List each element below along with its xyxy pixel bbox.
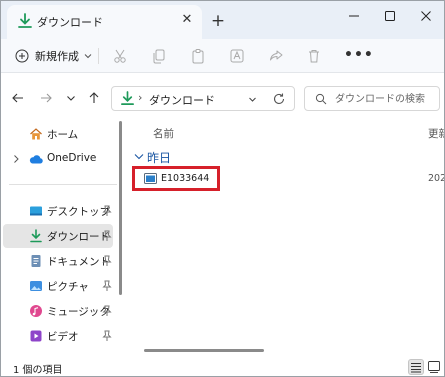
close-window-button[interactable] <box>413 6 439 26</box>
tab-downloads[interactable]: ダウンロード ✕ <box>7 5 202 39</box>
more-options-button[interactable]: ••• <box>344 47 374 63</box>
download-icon <box>121 91 134 105</box>
home-icon <box>30 128 42 140</box>
group-header-yesterday[interactable]: 昨日 <box>147 149 171 166</box>
sidebar-item-documents[interactable]: ドキュメント <box>3 249 113 273</box>
file-explorer-window: ダウンロード ✕ + 新規作成 ••• › ダウンロード ダウンロードの検索 ホ… <box>0 0 445 377</box>
sidebar-scrollbar[interactable] <box>119 121 122 295</box>
document-icon <box>31 255 41 267</box>
sidebar-item-desktop[interactable]: デスクトップ <box>3 199 113 223</box>
address-row: › ダウンロード <box>1 74 444 120</box>
back-arrow-icon[interactable] <box>11 91 25 105</box>
search-input[interactable] <box>335 91 435 107</box>
sidebar-item-label: ピクチャ <box>47 281 89 293</box>
large-icons-view-button[interactable] <box>426 359 442 375</box>
address-bar[interactable]: › ダウンロード <box>111 86 295 111</box>
pictures-icon <box>30 281 42 291</box>
sidebar-item-home[interactable]: ホーム <box>3 122 113 146</box>
download-icon <box>18 13 32 28</box>
close-icon <box>421 11 431 21</box>
sidebar-item-label: ダウンロード <box>47 231 110 243</box>
new-button-label: 新規作成 <box>35 50 79 63</box>
sidebar-item-label: ホーム <box>47 129 79 141</box>
share-icon[interactable] <box>268 48 284 64</box>
pin-icon[interactable] <box>102 305 112 317</box>
file-date: 202 <box>428 173 445 184</box>
horizontal-scrollbar[interactable] <box>144 349 264 352</box>
new-tab-button[interactable]: + <box>208 11 228 31</box>
status-bar: 1 個の項目 <box>1 358 444 376</box>
forward-arrow-icon[interactable] <box>39 91 53 105</box>
navigation-pane: ホーム OneDrive デスクトップ ダウンロード ドキュメント ピクチャ ミ… <box>1 120 125 358</box>
maximize-button[interactable] <box>377 6 403 26</box>
recent-locations-chevron-icon[interactable] <box>64 91 78 105</box>
command-bar: 新規作成 ••• <box>1 39 444 73</box>
delete-icon[interactable] <box>306 48 322 64</box>
download-icon <box>30 229 42 243</box>
chevron-down-icon[interactable] <box>134 153 144 161</box>
close-tab-button[interactable]: ✕ <box>179 12 195 28</box>
copy-icon[interactable] <box>151 48 167 64</box>
title-bar: ダウンロード ✕ + <box>1 1 444 39</box>
sidebar-item-onedrive[interactable]: OneDrive <box>3 147 113 171</box>
rename-icon[interactable] <box>229 48 245 64</box>
list-view-icon <box>411 363 421 373</box>
sidebar-item-music[interactable]: ミュージック <box>3 299 113 323</box>
pin-icon[interactable] <box>102 205 112 217</box>
sidebar-item-videos[interactable]: ビデオ <box>3 324 113 348</box>
tiles-view-icon <box>428 361 440 373</box>
pin-icon[interactable] <box>102 330 112 342</box>
sidebar-item-pictures[interactable]: ピクチャ <box>3 274 113 298</box>
command-separator <box>98 48 99 64</box>
breadcrumb-downloads[interactable]: ダウンロード <box>149 92 215 108</box>
item-count: 1 個の項目 <box>13 365 63 376</box>
minimize-button[interactable] <box>341 6 367 26</box>
desktop-icon <box>30 206 42 216</box>
sidebar-item-label: ミュージック <box>47 306 110 318</box>
paste-icon[interactable] <box>190 48 206 64</box>
file-list: 名前 更新 昨日 E1033644 202 <box>127 120 444 358</box>
pin-icon[interactable] <box>102 255 112 267</box>
chevron-right-icon[interactable] <box>12 154 20 164</box>
sidebar-item-label: ドキュメント <box>47 256 110 268</box>
highlight-box <box>132 166 220 191</box>
column-header-name[interactable]: 名前 <box>153 126 174 141</box>
search-box[interactable] <box>304 86 440 111</box>
sidebar-item-downloads[interactable]: ダウンロード <box>3 224 113 248</box>
refresh-icon[interactable] <box>272 92 286 106</box>
minimize-icon <box>349 15 359 17</box>
sidebar-item-label: デスクトップ <box>47 206 110 218</box>
maximize-icon <box>385 11 395 21</box>
new-button[interactable]: 新規作成 <box>15 46 92 66</box>
chevron-down-icon <box>84 54 92 59</box>
chevron-down-icon[interactable] <box>248 95 257 104</box>
pin-icon[interactable] <box>102 230 112 242</box>
cut-icon[interactable] <box>112 48 128 64</box>
sidebar-item-label: ビデオ <box>47 331 79 343</box>
video-icon <box>30 330 42 342</box>
pin-icon[interactable] <box>102 280 112 292</box>
details-view-button[interactable] <box>408 359 424 375</box>
column-header-date-modified[interactable]: 更新 <box>428 126 444 141</box>
sidebar-item-label: OneDrive <box>47 152 97 164</box>
search-icon <box>315 93 327 105</box>
tab-title: ダウンロード <box>37 16 103 29</box>
up-arrow-icon[interactable] <box>87 91 101 105</box>
music-icon <box>30 305 42 317</box>
plus-circle-icon <box>15 49 29 63</box>
breadcrumb-separator: › <box>138 91 143 104</box>
cloud-icon <box>29 155 43 164</box>
sidebar-divider <box>9 184 117 185</box>
